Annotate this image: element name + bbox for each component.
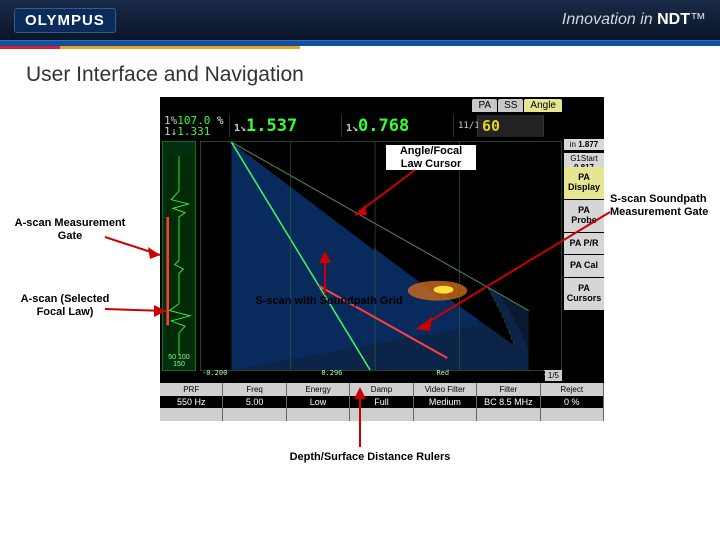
tagline: Innovation in NDT™ (562, 11, 706, 29)
device-screen: PA SS Angle Gain 35.0 dB 1%107.0 % 1↓1.3… (160, 97, 604, 421)
tab-angle[interactable]: Angle (524, 99, 562, 112)
param-video-filter[interactable]: Video FilterMedium (414, 383, 477, 421)
depth-ruler: -0.200 0.296 Red 1.02 (200, 369, 562, 377)
header: OLYMPUS Innovation in NDT™ (0, 0, 720, 40)
callout-sscan-grid: S-scan with Soundpath Grid (244, 295, 414, 308)
header-stripe (0, 46, 720, 49)
softkey-pa-probe[interactable]: PA Probe (564, 200, 604, 232)
r1-lbl: in (570, 140, 576, 149)
tv-v3: 1.537 (246, 116, 297, 136)
ascan-strip: 50 100 150 (162, 141, 196, 371)
param-reject[interactable]: Reject0 % (541, 383, 604, 421)
softkey-pa-pr[interactable]: PA P/R (564, 233, 604, 255)
tab-ss[interactable]: SS (498, 99, 523, 112)
view-tabs: PA SS Angle (472, 99, 562, 112)
r2-lbl: G1Start (570, 154, 598, 163)
callout-angle-cursor: Angle/FocalLaw Cursor (386, 145, 476, 170)
sscan-display (200, 141, 562, 371)
param-bar: PRF550 Hz Freq5.00 EnergyLow DampFull Vi… (160, 383, 604, 421)
ascan-wave (166, 142, 192, 370)
brand-logo: OLYMPUS (14, 8, 116, 33)
readout-1: in 1.877 (564, 139, 604, 150)
ascan-ticks: 50 100 150 (163, 354, 195, 368)
top-value-bar: 1%107.0 % 1↓1.331 1↘1.537 1↘0.768 11/1 6… (160, 115, 604, 137)
softkeys: PA Display PA Probe PA P/R PA Cal PA Cur… (564, 167, 604, 310)
callout-depth-rulers: Depth/Surface Distance Rulers (260, 451, 480, 464)
xtick-2: Red (436, 369, 449, 377)
stage: PA SS Angle Gain 35.0 dB 1%107.0 % 1↓1.3… (0, 97, 720, 517)
softkey-pa-display[interactable]: PA Display (564, 167, 604, 199)
callout-ascan-gate: A-scan MeasurementGate (0, 217, 140, 242)
tv-idx: 11/1 (458, 122, 473, 131)
tab-pa[interactable]: PA (472, 99, 497, 112)
tagline-em: NDT (657, 11, 690, 28)
softkey-pa-cursors[interactable]: PA Cursors (564, 278, 604, 310)
param-energy[interactable]: EnergyLow (287, 383, 350, 421)
param-damp[interactable]: DampFull (350, 383, 413, 421)
callout-ascan-fl: A-scan (SelectedFocal Law) (0, 293, 130, 318)
tagline-pre: Innovation in (562, 11, 657, 28)
page-title: User Interface and Navigation (26, 63, 720, 87)
tv-angle: 60 (482, 119, 539, 134)
tv-v2: 1.331 (177, 125, 210, 138)
softkey-pa-cal[interactable]: PA Cal (564, 255, 604, 277)
param-filter[interactable]: FilterBC 8.5 MHz (477, 383, 540, 421)
param-freq[interactable]: Freq5.00 (223, 383, 286, 421)
tagline-tm: ™ (690, 11, 706, 28)
tv-v4: 0.768 (358, 116, 409, 136)
r1-val: 1.877 (578, 140, 598, 149)
callout-sscan-gate: S-scan SoundpathMeasurement Gate (610, 193, 720, 218)
param-prf[interactable]: PRF550 Hz (160, 383, 223, 421)
xtick-0: -0.200 (202, 369, 227, 377)
page-indicator: 1/5 (545, 370, 562, 381)
xtick-1: 0.296 (321, 369, 342, 377)
